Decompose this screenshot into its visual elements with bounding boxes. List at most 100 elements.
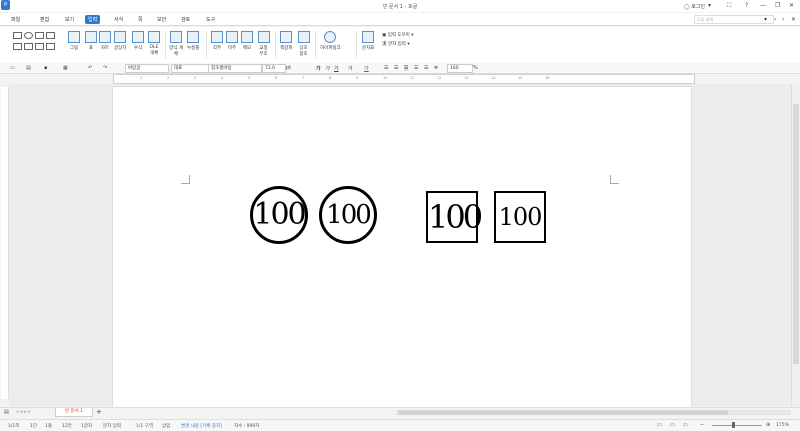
memo-button[interactable]: 메모 bbox=[241, 31, 253, 51]
horizontal-scrollbar[interactable] bbox=[396, 410, 791, 415]
help-icon[interactable]: ? bbox=[745, 2, 748, 9]
undo-icon[interactable]: ↶ bbox=[88, 65, 92, 71]
document-page[interactable]: 100 100 100 100 bbox=[113, 87, 691, 417]
web-view-icon[interactable]: ▭ bbox=[670, 422, 675, 428]
zoom-out-icon[interactable]: − bbox=[700, 422, 704, 428]
prev-arrow-icon[interactable]: ‹ bbox=[774, 16, 776, 23]
menu-insert[interactable]: 입력 bbox=[85, 15, 101, 24]
font-color-button[interactable]: 가 bbox=[364, 65, 369, 72]
symbol-button[interactable]: 문자표 bbox=[362, 31, 374, 51]
zoom-slider[interactable] bbox=[712, 425, 762, 426]
distribute-icon[interactable]: ☰ bbox=[424, 65, 428, 71]
footnote-button[interactable]: 각주 bbox=[211, 31, 223, 51]
normal-view-icon[interactable]: ▭ bbox=[657, 422, 662, 428]
vertical-ruler[interactable] bbox=[1, 87, 9, 399]
bookmark-button[interactable]: 책갈피 bbox=[280, 31, 292, 51]
horizontal-scroll-thumb[interactable] bbox=[398, 410, 728, 415]
status-input-mode[interactable]: 문자 입력 bbox=[103, 423, 121, 429]
align-justify-icon[interactable]: ☰ bbox=[384, 65, 388, 71]
menu-view[interactable]: 보기 bbox=[62, 15, 77, 24]
vertical-scroll-thumb[interactable] bbox=[793, 104, 799, 364]
line-shape-icon[interactable] bbox=[35, 32, 44, 39]
redo-icon[interactable]: ↷ bbox=[103, 65, 107, 71]
circled-number-1[interactable]: 100 bbox=[250, 186, 308, 244]
close-button[interactable]: ✕ bbox=[789, 2, 794, 9]
polygon-shape-icon[interactable] bbox=[13, 43, 22, 50]
tab-document-1[interactable]: 빈 문서 1 bbox=[55, 408, 93, 417]
save-icon[interactable]: ▪ bbox=[44, 65, 47, 71]
align-right-icon[interactable]: ☰ bbox=[414, 65, 418, 71]
ole-object-button[interactable]: OLE 개체 bbox=[147, 31, 161, 56]
endnote-button[interactable]: 미주 bbox=[226, 31, 238, 51]
menu-file[interactable]: 파일 bbox=[8, 15, 23, 24]
form-object-button[interactable]: 양식 개체 bbox=[169, 31, 183, 57]
ellipse-shape-icon[interactable] bbox=[24, 32, 33, 39]
add-tab-button[interactable]: + bbox=[96, 408, 102, 416]
font-size-input[interactable]: 72.0 bbox=[262, 64, 286, 73]
boxed-number-1[interactable]: 100 bbox=[426, 191, 483, 243]
cross-reference-button[interactable]: 상호 참조 bbox=[297, 31, 310, 57]
rectangle-shape-icon[interactable] bbox=[13, 32, 22, 39]
line-spacing-unit[interactable]: % bbox=[473, 65, 478, 71]
horizontal-ruler[interactable]: 1 2 3 4 5 6 7 8 9 10 11 12 13 14 15 16 bbox=[113, 74, 695, 84]
menu-review[interactable]: 검토 bbox=[178, 15, 193, 24]
zoom-in-icon[interactable]: ⊕ bbox=[766, 422, 770, 428]
shape-gallery[interactable] bbox=[12, 31, 62, 55]
zoom-slider-knob[interactable] bbox=[732, 422, 735, 428]
open-folder-icon[interactable]: ▤ bbox=[26, 65, 31, 71]
search-dropdown-icon[interactable]: ▾ bbox=[764, 16, 767, 23]
login-button[interactable]: ◯ 로그인 bbox=[684, 3, 705, 10]
hanja-input-button[interactable]: 漢 한자 입력 ▾ bbox=[382, 41, 410, 47]
table-button[interactable]: 표 bbox=[85, 31, 97, 51]
align-center-icon[interactable]: ☰ bbox=[404, 65, 409, 71]
status-track-changes[interactable]: 변경 내용 [기록 중지] bbox=[181, 423, 222, 429]
new-document-icon[interactable]: ▭ bbox=[10, 65, 15, 71]
status-insert-mode[interactable]: 삽입 bbox=[162, 423, 170, 429]
chart-button[interactable]: 차트 bbox=[99, 31, 111, 51]
line-spacing-icon[interactable]: ≣ bbox=[434, 65, 438, 71]
menu-security[interactable]: 보안 bbox=[154, 15, 169, 24]
restore-button[interactable]: ❐ bbox=[775, 2, 780, 9]
proofread-mark-button[interactable]: 교정 부호 bbox=[257, 31, 270, 57]
close-doc-icon[interactable]: ✕ bbox=[791, 16, 796, 23]
boxed-number-2[interactable]: 100 bbox=[494, 191, 546, 243]
textbox-button[interactable]: 글상자 bbox=[114, 31, 126, 51]
fullscreen-icon[interactable]: ⛶ bbox=[727, 2, 731, 10]
font-select[interactable]: 함초롬바탕 bbox=[208, 64, 262, 73]
page-view-icon[interactable]: ▭ bbox=[683, 422, 688, 428]
vertical-scrollbar[interactable] bbox=[791, 84, 800, 406]
hyperlink-button[interactable]: 하이퍼링크 bbox=[320, 31, 341, 51]
menu-page[interactable]: 쪽 bbox=[135, 15, 146, 24]
menu-tools[interactable]: 도구 bbox=[203, 15, 218, 24]
italic-button[interactable]: 가 bbox=[325, 65, 330, 72]
minimize-button[interactable]: — bbox=[760, 2, 766, 9]
style-select[interactable]: 바탕글 bbox=[125, 64, 169, 73]
align-left-icon[interactable]: ☰ bbox=[394, 65, 398, 71]
connector-shape-icon[interactable] bbox=[46, 43, 55, 50]
picture-button[interactable]: 그림 bbox=[68, 31, 80, 51]
language-select[interactable]: 대표 bbox=[171, 64, 209, 73]
circled-number-2[interactable]: 100 bbox=[319, 186, 377, 244]
tab-nav-arrows-icon[interactable]: ◂ ◂ ▸ ▸ bbox=[16, 409, 31, 415]
menu-edit[interactable]: 편집 bbox=[37, 15, 52, 24]
font-size-unit[interactable]: pt bbox=[286, 65, 291, 71]
line-spacing-input[interactable]: 160 bbox=[447, 64, 473, 73]
tab-list-icon[interactable]: ▤ bbox=[4, 409, 9, 415]
zoom-level[interactable]: 175% bbox=[776, 423, 789, 428]
next-arrow-icon[interactable]: › bbox=[782, 16, 784, 23]
strikethrough-button[interactable]: 가 bbox=[348, 65, 353, 72]
ribbon-collapse-icon[interactable]: ▾ bbox=[708, 2, 711, 9]
input-helper-button[interactable]: ▣ 입력 도우미 ▾ bbox=[382, 32, 414, 38]
field-button[interactable]: 누름틀 bbox=[187, 31, 199, 51]
underline-button[interactable]: 가 bbox=[334, 65, 339, 72]
status-page[interactable]: 1/1쪽 bbox=[8, 423, 19, 429]
status-section[interactable]: 1/1 구역 bbox=[136, 423, 153, 429]
bold-button[interactable]: 가 bbox=[316, 65, 321, 72]
arc-shape-icon[interactable] bbox=[46, 32, 55, 39]
menu-format[interactable]: 서식 bbox=[111, 15, 126, 24]
print-icon[interactable]: ▦ bbox=[63, 65, 68, 71]
help-search-input[interactable]: 도움 검색 bbox=[694, 15, 774, 24]
curve-shape-icon[interactable] bbox=[24, 43, 33, 50]
arrow-shape-icon[interactable] bbox=[35, 43, 44, 50]
equation-button[interactable]: 수식 bbox=[132, 31, 144, 51]
